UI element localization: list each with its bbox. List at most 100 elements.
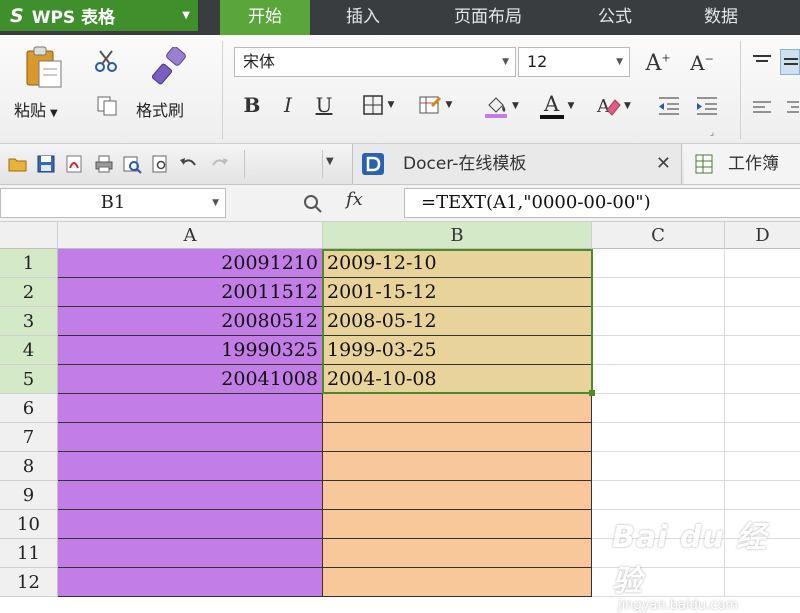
cell-d2[interactable] <box>725 278 800 307</box>
cell-b5[interactable]: 2004-10-08 <box>323 365 592 394</box>
font-dialog-launcher-icon[interactable]: ⌟ <box>706 127 718 139</box>
increase-font-size-button[interactable]: A+ <box>644 49 672 77</box>
decrease-font-size-button[interactable]: A− <box>688 49 716 77</box>
cell-b1[interactable]: 2009-12-10 <box>323 249 592 278</box>
column-header-b[interactable]: B <box>323 222 592 249</box>
row-header[interactable]: 5 <box>0 365 58 394</box>
cell-a12[interactable] <box>58 568 323 597</box>
cell-c11[interactable] <box>592 539 725 568</box>
fill-handle[interactable] <box>589 390 595 396</box>
row-header[interactable]: 12 <box>0 568 58 597</box>
column-header-c[interactable]: C <box>592 222 725 249</box>
cell-a10[interactable] <box>58 510 323 539</box>
cell-d10[interactable] <box>725 510 800 539</box>
tab-formulas[interactable]: 公式 <box>570 0 660 35</box>
align-middle-button[interactable] <box>780 49 800 75</box>
name-box[interactable]: B1 ▼ <box>0 188 226 218</box>
cell-c6[interactable] <box>592 394 725 423</box>
export-pdf-icon[interactable] <box>64 154 84 174</box>
cell-a2[interactable]: 20011512 <box>58 278 323 307</box>
cell-d8[interactable] <box>725 452 800 481</box>
tab-page-layout[interactable]: 页面布局 <box>426 0 550 35</box>
paste-button[interactable] <box>20 43 68 91</box>
cell-c4[interactable] <box>592 336 725 365</box>
cell-a4[interactable]: 19990325 <box>58 336 323 365</box>
cell-b3[interactable]: 2008-05-12 <box>323 307 592 336</box>
cell-a8[interactable] <box>58 452 323 481</box>
app-menu-button[interactable]: S WPS 表格 ▼ <box>0 0 198 31</box>
cell-a5[interactable]: 20041008 <box>58 365 323 394</box>
copy-button[interactable] <box>94 93 120 119</box>
cell-b8[interactable] <box>323 452 592 481</box>
underline-button[interactable]: U <box>312 91 336 119</box>
row-header[interactable]: 3 <box>0 307 58 336</box>
page-preview-icon[interactable] <box>150 154 170 174</box>
tab-home[interactable]: 开始 <box>220 0 310 35</box>
paste-label[interactable]: 粘贴 ▼ <box>14 97 58 121</box>
fill-color-button[interactable]: ▼ <box>476 91 526 121</box>
row-header[interactable]: 10 <box>0 510 58 539</box>
cell-c3[interactable] <box>592 307 725 336</box>
align-left-button[interactable] <box>748 95 776 121</box>
row-header[interactable]: 8 <box>0 452 58 481</box>
align-top-button[interactable] <box>748 49 776 75</box>
font-color-button[interactable]: A ▼ <box>532 91 582 121</box>
row-header[interactable]: 1 <box>0 249 58 278</box>
cell-b6[interactable] <box>323 394 592 423</box>
font-size-select[interactable]: 12 ▼ <box>518 47 630 77</box>
cell-d7[interactable] <box>725 423 800 452</box>
increase-indent-button[interactable] <box>692 91 722 121</box>
cell-c5[interactable] <box>592 365 725 394</box>
cell-c1[interactable] <box>592 249 725 278</box>
tab-data[interactable]: 数据 <box>676 0 766 35</box>
column-header-a[interactable]: A <box>58 222 323 249</box>
cut-button[interactable] <box>92 47 120 75</box>
align-center-button[interactable] <box>782 95 800 121</box>
row-header[interactable]: 6 <box>0 394 58 423</box>
cell-b4[interactable]: 1999-03-25 <box>323 336 592 365</box>
cell-a11[interactable] <box>58 539 323 568</box>
cell-a1[interactable]: 20091210 <box>58 249 323 278</box>
font-name-select[interactable]: 宋体 ▼ <box>234 47 516 77</box>
cell-b11[interactable] <box>323 539 592 568</box>
cell-c7[interactable] <box>592 423 725 452</box>
cell-c10[interactable] <box>592 510 725 539</box>
cell-a6[interactable] <box>58 394 323 423</box>
open-folder-icon[interactable] <box>8 154 28 174</box>
cell-d4[interactable] <box>725 336 800 365</box>
redo-icon[interactable] <box>210 154 230 174</box>
workbook-tab[interactable]: 工作簿 <box>684 144 800 184</box>
formula-input[interactable]: =TEXT(A1,"0000-00-00") <box>404 188 800 218</box>
cell-d1[interactable] <box>725 249 800 278</box>
cell-d12[interactable] <box>725 568 800 597</box>
cell-b7[interactable] <box>323 423 592 452</box>
cell-c2[interactable] <box>592 278 725 307</box>
insert-function-button[interactable]: fx <box>346 189 363 210</box>
italic-button[interactable]: I <box>276 91 300 119</box>
close-icon[interactable]: ✕ <box>656 144 671 184</box>
cell-d6[interactable] <box>725 394 800 423</box>
row-header[interactable]: 4 <box>0 336 58 365</box>
row-header[interactable]: 7 <box>0 423 58 452</box>
cell-d5[interactable] <box>725 365 800 394</box>
column-header-d[interactable]: D <box>725 222 800 249</box>
format-painter-label[interactable]: 格式刷 <box>136 97 184 121</box>
save-icon[interactable] <box>36 154 56 174</box>
bold-button[interactable]: B <box>240 91 264 119</box>
customize-toolbar-icon[interactable]: ▼ <box>326 156 334 167</box>
cell-b12[interactable] <box>323 568 592 597</box>
cell-c12[interactable] <box>592 568 725 597</box>
clear-format-button[interactable]: A ▼ <box>588 91 638 121</box>
cell-d9[interactable] <box>725 481 800 510</box>
docer-template-tab[interactable]: Docer-在线模板 ✕ <box>352 144 682 184</box>
undo-icon[interactable] <box>178 154 198 174</box>
print-preview-icon[interactable] <box>122 154 142 174</box>
cell-c8[interactable] <box>592 452 725 481</box>
row-header[interactable]: 2 <box>0 278 58 307</box>
select-all-corner[interactable] <box>0 222 58 249</box>
cell-d3[interactable] <box>725 307 800 336</box>
print-icon[interactable] <box>94 154 114 174</box>
zoom-search-icon[interactable] <box>302 193 324 215</box>
cell-format-button[interactable]: ▼ <box>410 91 460 119</box>
row-header[interactable]: 11 <box>0 539 58 568</box>
